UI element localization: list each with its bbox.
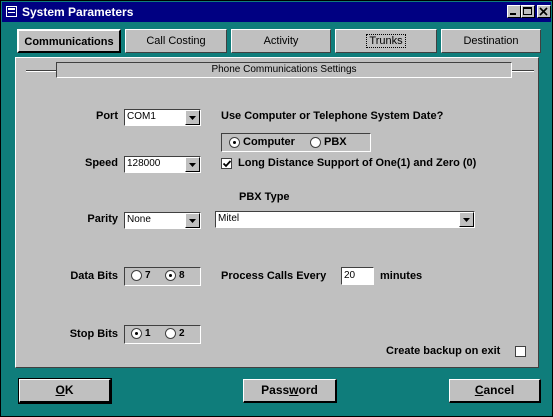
pbx-type-select[interactable]: Mitel: [215, 211, 475, 228]
button-mnemonic: O: [55, 383, 65, 397]
backup-checkbox[interactable]: [515, 346, 526, 357]
button-text: ord: [298, 383, 318, 397]
title-bar[interactable]: System Parameters: [2, 2, 551, 22]
long-distance-label: Long Distance Support of One(1) and Zero…: [238, 157, 477, 169]
radio-dot: [131, 270, 142, 281]
radio-computer[interactable]: Computer: [229, 136, 295, 148]
radio-stop-bits-1[interactable]: 1: [131, 328, 151, 339]
data-bits-radio-group: 7 8: [124, 267, 201, 286]
password-button[interactable]: Password: [243, 379, 337, 403]
parity-value: None: [127, 214, 151, 225]
date-source-question: Use Computer or Telephone System Date?: [221, 110, 444, 122]
tab-label: Communications: [24, 36, 114, 48]
radio-label: 7: [145, 270, 151, 281]
maximize-icon: [523, 7, 532, 15]
radio-dot: [131, 328, 142, 339]
tab-label: Activity: [263, 35, 299, 47]
stop-bits-label: Stop Bits: [69, 328, 118, 340]
radio-dot: [165, 270, 176, 281]
dropdown-arrow-icon: [189, 219, 196, 223]
speed-select[interactable]: 128000: [124, 156, 201, 173]
long-distance-checkbox[interactable]: [221, 158, 232, 169]
port-value: COM1: [127, 111, 156, 122]
tab-label: Trunks: [366, 34, 406, 48]
button-text: Pass: [261, 383, 290, 397]
tab-communications[interactable]: Communications: [17, 29, 121, 53]
tab-trunks[interactable]: Trunks: [335, 29, 437, 53]
data-bits-label: Data Bits: [70, 270, 118, 282]
process-calls-label: Process Calls Every: [221, 270, 327, 282]
radio-dot: [165, 328, 176, 339]
minimize-icon: [510, 13, 516, 15]
minutes-label: minutes: [380, 270, 423, 282]
radio-label: PBX: [324, 136, 347, 148]
radio-pbx[interactable]: PBX: [310, 136, 347, 148]
date-source-radio-group: Computer PBX: [221, 133, 371, 152]
speed-value: 128000: [127, 158, 161, 169]
group-title: Phone Communications Settings: [56, 62, 512, 78]
system-parameters-window: System Parameters Communications Call Co…: [0, 0, 553, 417]
app-icon[interactable]: [6, 6, 17, 17]
dropdown-arrow-icon: [463, 218, 470, 222]
radio-label: 1: [145, 328, 151, 339]
checkmark-icon: [222, 160, 232, 168]
tab-activity[interactable]: Activity: [231, 29, 331, 53]
dropdown-button[interactable]: [185, 213, 200, 228]
button-mnemonic: w: [289, 383, 299, 397]
stop-bits-radio-group: 1 2: [124, 325, 201, 344]
minimize-button[interactable]: [507, 5, 521, 18]
radio-stop-bits-2[interactable]: 2: [165, 328, 185, 339]
speed-label: Speed: [84, 157, 118, 169]
communications-panel: Phone Communications Settings Port COM1 …: [15, 57, 539, 368]
dropdown-arrow-icon: [189, 163, 196, 167]
button-text: K: [64, 383, 74, 397]
dropdown-button[interactable]: [185, 157, 200, 172]
radio-label: Computer: [243, 136, 295, 148]
radio-data-bits-8[interactable]: 8: [165, 270, 185, 281]
parity-select[interactable]: None: [124, 212, 201, 229]
backup-label: Create backup on exit: [386, 345, 501, 357]
radio-dot: [310, 136, 321, 148]
radio-label: 2: [179, 328, 185, 339]
dropdown-button[interactable]: [459, 212, 474, 227]
close-button[interactable]: [537, 5, 551, 18]
ok-button[interactable]: OK: [18, 378, 112, 404]
parity-label: Parity: [87, 213, 118, 225]
radio-data-bits-7[interactable]: 7: [131, 270, 151, 281]
process-calls-input[interactable]: 20: [341, 267, 374, 285]
pbx-type-label: PBX Type: [239, 191, 290, 203]
tab-destination[interactable]: Destination: [441, 29, 541, 53]
process-calls-value: 20: [344, 270, 356, 281]
tab-label: Call Costing: [146, 35, 206, 47]
window-title: System Parameters: [22, 5, 134, 19]
pbx-type-value: Mitel: [218, 213, 240, 224]
radio-label: 8: [179, 270, 185, 281]
port-select[interactable]: COM1: [124, 109, 201, 126]
tab-label: Destination: [463, 35, 519, 47]
cancel-button[interactable]: Cancel: [449, 379, 541, 403]
dropdown-button[interactable]: [185, 110, 200, 125]
port-label: Port: [96, 110, 118, 122]
close-icon: [539, 7, 548, 16]
dropdown-arrow-icon: [189, 116, 196, 120]
button-text: ancel: [483, 383, 515, 397]
maximize-button[interactable]: [521, 5, 535, 18]
tab-call-costing[interactable]: Call Costing: [125, 29, 227, 53]
radio-dot: [229, 136, 240, 148]
